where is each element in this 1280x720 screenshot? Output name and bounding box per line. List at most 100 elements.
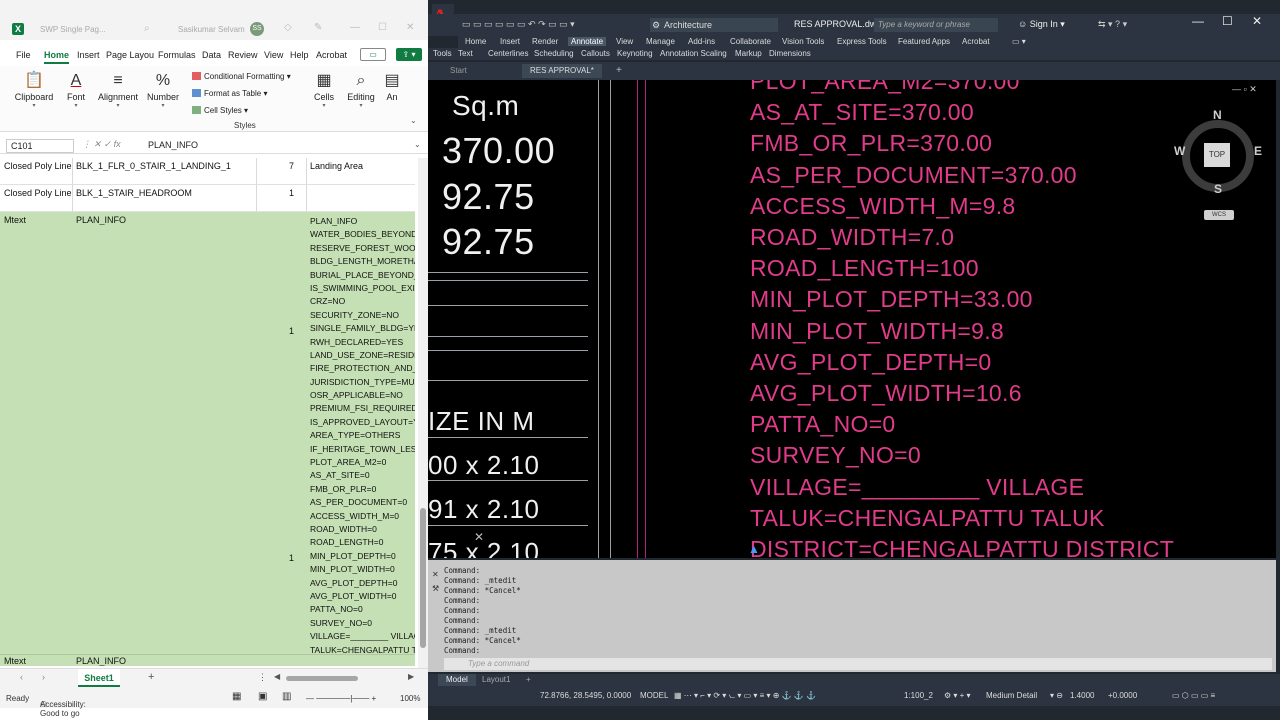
editing-group[interactable]: ⌕ Editing ▾ xyxy=(346,70,376,109)
tab-manage[interactable]: Manage xyxy=(646,37,675,46)
plan-info-line[interactable]: AVG_PLOT_WIDTH=10.6 xyxy=(750,380,1022,407)
detail-level-dropdown[interactable]: Medium Detail xyxy=(986,691,1037,700)
plan-info-line[interactable]: PATTA_NO=0 xyxy=(750,411,896,438)
table-row[interactable]: Closed Poly Line BLK_1_FLR_0_STAIR_1_LAN… xyxy=(0,158,415,185)
spreadsheet-grid[interactable]: Closed Poly Line BLK_1_FLR_0_STAIR_1_LAN… xyxy=(0,158,415,666)
ui-toggles-icon[interactable]: ▭ ⬡ ▭ ▭ ≡ xyxy=(1172,691,1215,700)
menu-acrobat[interactable]: Acrobat xyxy=(316,50,347,60)
wcs-menu[interactable]: WCS xyxy=(1204,210,1234,220)
new-tab-icon[interactable]: + xyxy=(616,65,622,76)
ribbon-collapse-icon[interactable]: ⌄ xyxy=(410,116,417,125)
sign-in-button[interactable]: ☺ Sign In ▾ xyxy=(1018,19,1065,30)
viewport-controls-icon[interactable]: — ▫ ✕ xyxy=(1232,84,1257,95)
panel-centerlines[interactable]: Centerlines xyxy=(488,49,528,58)
alignment-group[interactable]: ≡ Alignment ▾ xyxy=(96,70,140,109)
number-group[interactable]: % Number ▾ xyxy=(146,70,180,109)
compass-e[interactable]: E xyxy=(1254,144,1262,158)
canvas-text[interactable]: 00 x 2.10 xyxy=(428,450,539,481)
compass-n[interactable]: N xyxy=(1213,108,1222,122)
file-tab-start[interactable]: Start xyxy=(442,64,475,78)
plan-info-line[interactable]: ACCESS_WIDTH_M=9.8 xyxy=(750,193,1016,220)
tab-home[interactable]: Home xyxy=(465,37,486,46)
font-group[interactable]: A Font ▾ xyxy=(62,70,90,109)
workspace-dropdown[interactable]: ⚙ Architecture xyxy=(650,18,778,32)
panel-scheduling[interactable]: Scheduling xyxy=(534,49,574,58)
comment-button[interactable]: ▭ xyxy=(360,48,386,61)
page-layout-icon[interactable]: ▣ xyxy=(258,691,267,702)
scroll-thumb[interactable] xyxy=(420,508,426,648)
compass-s[interactable]: S xyxy=(1214,182,1222,196)
add-layout-icon[interactable]: + xyxy=(518,674,539,686)
plan-info-line[interactable]: ROAD_LENGTH=100 xyxy=(750,255,979,282)
panel-tools[interactable]: Tools xyxy=(433,49,452,58)
table-row-mtext[interactable]: Mtext PLAN_INFO 1 1 PLAN_INFO WATER_BODIE… xyxy=(0,212,415,666)
search-icon[interactable]: ⌕ xyxy=(144,23,150,34)
plan-info-line[interactable]: AVG_PLOT_DEPTH=0 xyxy=(750,349,992,376)
canvas-text[interactable]: 92.75 xyxy=(442,176,535,218)
cell-styles-button[interactable]: Cell Styles ▾ xyxy=(192,104,304,121)
menu-data[interactable]: Data xyxy=(202,50,221,60)
menu-formulas[interactable]: Formulas xyxy=(158,50,196,60)
file-tab-res-approval[interactable]: RES APPROVAL* xyxy=(522,64,602,78)
panel-text[interactable]: Text xyxy=(458,49,473,58)
tab-insert[interactable]: Insert xyxy=(500,37,520,46)
ribbon-toggle-icon[interactable]: ▭ ▾ xyxy=(1012,37,1026,46)
panel-dimensions[interactable]: Dimensions xyxy=(769,49,811,58)
scroll-left-icon[interactable]: ◀ xyxy=(274,672,280,681)
menu-view[interactable]: View xyxy=(264,50,283,60)
plan-info-line[interactable]: SURVEY_NO=0 xyxy=(750,442,921,469)
plan-info-line[interactable]: MIN_PLOT_WIDTH=9.8 xyxy=(750,318,1004,345)
add-sheet-icon[interactable]: + xyxy=(148,671,154,683)
compass-w[interactable]: W xyxy=(1174,144,1185,158)
plan-info-line[interactable]: AS_AT_SITE=370.00 xyxy=(750,99,974,126)
sheet-tab-sheet1[interactable]: Sheet1 xyxy=(78,669,120,687)
close-icon[interactable]: ✕ xyxy=(432,570,439,579)
scroll-right-icon[interactable]: ▶ xyxy=(408,672,414,681)
plan-info-line[interactable]: AS_PER_DOCUMENT=370.00 xyxy=(750,162,1077,189)
plan-info-line[interactable]: ROAD_WIDTH=7.0 xyxy=(750,224,954,251)
viewcube-top[interactable]: TOP xyxy=(1204,143,1230,167)
formula-input[interactable]: PLAN_INFO xyxy=(148,140,198,150)
help-icon[interactable]: ⇆ ▾ ? ▾ xyxy=(1098,19,1127,30)
table-row[interactable]: Closed Poly Line BLK_1_STAIR_HEADROOM 1 xyxy=(0,185,415,212)
elevation-value[interactable]: 1.4000 xyxy=(1070,691,1094,700)
tab-view[interactable]: View xyxy=(616,37,633,46)
table-row-mtext-2[interactable]: Mtext PLAN_INFO xyxy=(0,654,415,666)
minimize-icon[interactable]: — xyxy=(1192,14,1204,28)
menu-page-layout[interactable]: Page Layou xyxy=(106,50,154,60)
tab-express-tools[interactable]: Express Tools xyxy=(837,37,887,46)
chevron-down-icon[interactable]: ⌄ xyxy=(414,140,421,149)
tab-render[interactable]: Render xyxy=(532,37,558,46)
tab-annotate[interactable]: Annotate xyxy=(568,37,607,46)
tab-layout1[interactable]: Layout1 xyxy=(474,674,518,686)
maximize-icon[interactable]: ☐ xyxy=(378,22,387,33)
analyze-group[interactable]: ▤ An xyxy=(384,70,400,102)
cells-group[interactable]: ▦ Cells ▾ xyxy=(312,70,336,109)
maximize-icon[interactable]: ☐ xyxy=(1222,14,1233,28)
vertical-scrollbar[interactable] xyxy=(418,158,428,668)
conditional-formatting-button[interactable]: Conditional Formatting ▾ xyxy=(192,70,304,87)
menu-review[interactable]: Review xyxy=(228,50,258,60)
gear-icon[interactable]: ⚙ ▾ + ▾ xyxy=(944,691,971,700)
plan-info-line[interactable]: DISTRICT=CHENGALPATTU DISTRICT xyxy=(750,536,1174,558)
minimize-icon[interactable]: — xyxy=(350,22,360,33)
canvas-text[interactable]: Sq.m xyxy=(452,90,519,122)
canvas-text[interactable]: 92.75 xyxy=(442,221,535,263)
panel-annotation-scaling[interactable]: Annotation Scaling xyxy=(660,49,727,58)
fx-icon[interactable]: ⋮ ✕ ✓ fx xyxy=(82,139,121,150)
page-break-icon[interactable]: ▥ xyxy=(282,691,291,702)
coordinates-readout[interactable]: 72.8766, 28.5495, 0.0000 xyxy=(540,691,631,700)
tab-model[interactable]: Model xyxy=(438,674,476,686)
share-button[interactable]: ⇪ ▾ xyxy=(396,48,422,61)
name-box[interactable]: C101 xyxy=(6,139,74,153)
keyword-search-input[interactable]: Type a keyword or phrase xyxy=(874,18,998,32)
panel-markup[interactable]: Markup xyxy=(735,49,762,58)
plan-info-line[interactable]: FMB_OR_PLR=370.00 xyxy=(750,130,992,157)
tab-add-ins[interactable]: Add-ins xyxy=(688,37,715,46)
plan-info-line[interactable]: PLOT_AREA_M2=370.00 xyxy=(750,80,1020,95)
tab-acrobat[interactable]: Acrobat xyxy=(962,37,990,46)
canvas-text[interactable]: IZE IN M xyxy=(428,406,535,437)
viewcube[interactable]: TOP N S E W xyxy=(1174,108,1262,196)
grid-snap-icons[interactable]: ▦ ⋯ ▾ ⌐ ▾ ⟳ ▾ ⦦ ▾ ▭ ▾ ≡ ▾ ⊕ ⚓ ⚓ ⚓ xyxy=(674,691,816,701)
menu-file[interactable]: File xyxy=(16,50,31,60)
